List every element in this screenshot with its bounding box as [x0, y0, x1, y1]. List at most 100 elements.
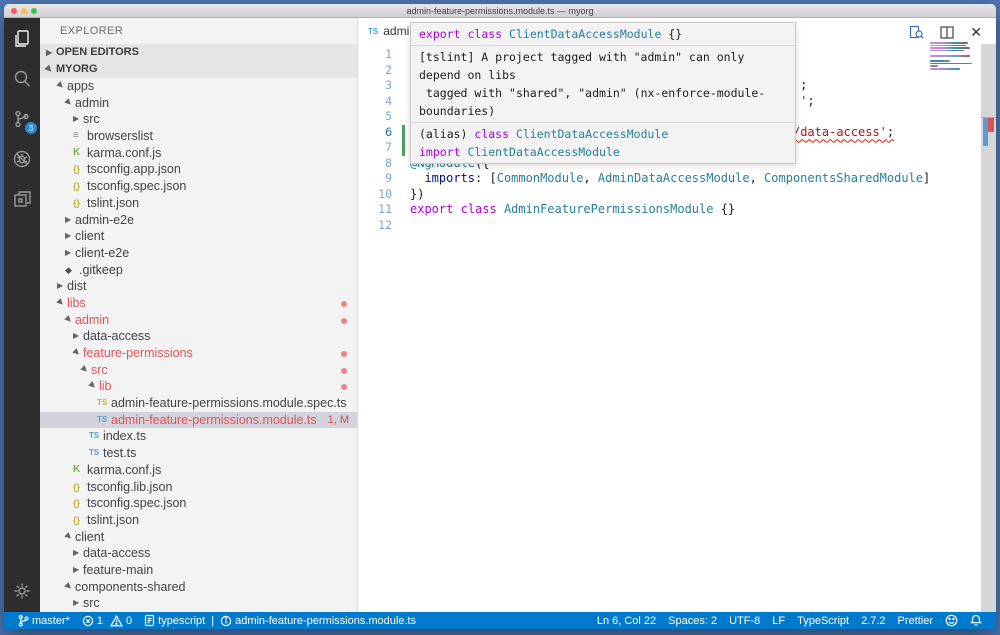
source-control-icon[interactable]: 3 — [11, 108, 33, 130]
indentation-item[interactable]: Spaces: 2 — [662, 615, 723, 627]
json-file-icon: {} — [73, 479, 87, 496]
prettier-item[interactable]: Prettier — [892, 615, 939, 627]
tree-item-client[interactable]: ▶client — [40, 228, 357, 245]
git-branch-item[interactable]: master* — [12, 614, 76, 627]
line-number: 1 — [358, 47, 392, 63]
tree-item-label: admin — [75, 312, 109, 329]
language-mode-item[interactable]: TypeScript — [791, 615, 855, 627]
settings-gear-icon[interactable] — [11, 580, 33, 602]
tree-item-apps[interactable]: ▶apps — [40, 78, 357, 95]
tree-item-tslint.json[interactable]: {}tslint.json — [40, 195, 357, 212]
code-line-10[interactable]: 10}) — [358, 187, 996, 203]
line-content: imports: [CommonModule, AdminDataAccessM… — [392, 171, 930, 187]
tree-item-tsconfig.spec.json[interactable]: {}tsconfig.spec.json — [40, 178, 357, 195]
status-bar: master* 1 0 typescript | admin-feature-p… — [4, 612, 996, 629]
tree-item-index.ts[interactable]: TSindex.ts — [40, 428, 357, 445]
tree-item-components-shared[interactable]: ▶components-shared — [40, 579, 357, 596]
tree-item-test.ts[interactable]: TStest.ts — [40, 445, 357, 462]
close-editor-icon[interactable]: ✕ — [970, 24, 982, 41]
problems-item[interactable]: 1 0 — [76, 615, 138, 627]
branch-icon — [18, 614, 29, 627]
tree-item-label: karma.conf.js — [87, 145, 161, 162]
window-controls[interactable] — [11, 8, 37, 14]
close-window-button[interactable] — [11, 8, 17, 14]
tree-item-feature-main[interactable]: ▶feature-main — [40, 562, 357, 579]
workspace-section[interactable]: ▶ MYORG — [40, 61, 357, 78]
tree-item-src[interactable]: ▶src — [40, 362, 357, 379]
open-editors-section[interactable]: ▶ OPEN EDITORS — [40, 44, 357, 61]
code-line-12[interactable]: 12 — [358, 218, 996, 234]
json-file-icon: {} — [73, 512, 87, 529]
tree-item-admin-e2e[interactable]: ▶admin-e2e — [40, 212, 357, 229]
tree-item-label: src — [83, 111, 100, 128]
tree-item-label: karma.conf.js — [87, 462, 161, 479]
tree-item-dist[interactable]: ▶dist — [40, 278, 357, 295]
code-segment — [453, 202, 460, 216]
code-segment — [509, 127, 516, 141]
tree-item-browserslist[interactable]: ≡browserslist — [40, 128, 357, 145]
minimap[interactable] — [930, 42, 974, 73]
explorer-icon[interactable] — [11, 28, 33, 50]
line-number: 3 — [358, 78, 392, 94]
separator: | — [208, 615, 217, 627]
tree-item-data-access[interactable]: ▶data-access — [40, 328, 357, 345]
error-dot-badge — [341, 384, 347, 390]
zoom-window-button[interactable] — [31, 8, 37, 14]
encoding-item[interactable]: UTF-8 — [723, 615, 766, 627]
ts-version-item[interactable]: 2.7.2 — [855, 615, 891, 627]
minimize-window-button[interactable] — [21, 8, 27, 14]
warning-count: 0 — [126, 615, 132, 627]
tree-item-karma.conf.js[interactable]: Kkarma.conf.js — [40, 462, 357, 479]
code-segment: , — [750, 171, 764, 185]
code-segment — [502, 27, 509, 41]
debug-icon[interactable] — [11, 148, 33, 170]
tree-item-admin-feature-permissions.module.ts[interactable]: TSadmin-feature-permissions.module.ts1, … — [40, 412, 357, 429]
code-line-11[interactable]: 11export class AdminFeaturePermissionsMo… — [358, 202, 996, 218]
cursor-position-item[interactable]: Ln 6, Col 22 — [591, 615, 662, 627]
line-content — [392, 63, 410, 79]
typescript-file-icon: TS — [89, 445, 103, 462]
tree-item-tslint.json[interactable]: {}tslint.json — [40, 512, 357, 529]
split-editor-icon[interactable] — [940, 26, 954, 39]
tree-item-label: data-access — [83, 545, 150, 562]
hover-tooltip: export class ClientDataAccessModule {} [… — [410, 22, 796, 164]
tree-item-tsconfig.lib.json[interactable]: {}tsconfig.lib.json — [40, 479, 357, 496]
tree-item-libs[interactable]: ▶libs — [40, 295, 357, 312]
chevron-right-icon: ▶ — [73, 328, 83, 345]
tree-item-admin[interactable]: ▶admin — [40, 312, 357, 329]
tree-item-client-e2e[interactable]: ▶client-e2e — [40, 245, 357, 262]
problems-modified-badge: 1, M — [328, 412, 349, 429]
tree-item-.gitkeep[interactable]: ◆.gitkeep — [40, 262, 357, 279]
tree-item-label: .gitkeep — [79, 262, 123, 279]
tree-item-tsconfig.app.json[interactable]: {}tsconfig.app.json — [40, 161, 357, 178]
overview-ruler[interactable] — [981, 44, 996, 612]
open-changes-icon[interactable] — [909, 25, 924, 40]
git-modified-gutter-bar — [402, 140, 405, 156]
chevron-right-icon: ▶ — [73, 595, 83, 612]
tree-item-feature-permissions[interactable]: ▶feature-permissions — [40, 345, 357, 362]
search-icon[interactable] — [11, 68, 33, 90]
code-segment — [497, 202, 504, 216]
tree-item-client[interactable]: ▶client — [40, 529, 357, 546]
tree-item-data-access[interactable]: ▶data-access — [40, 545, 357, 562]
error-dot-badge — [341, 301, 347, 307]
tree-item-lib[interactable]: ▶lib — [40, 378, 357, 395]
tree-item-label: tsconfig.lib.json — [87, 479, 172, 496]
tree-item-karma.conf.js[interactable]: Kkarma.conf.js — [40, 145, 357, 162]
tree-item-admin-feature-permissions.module.spec.ts[interactable]: TSadmin-feature-permissions.module.spec.… — [40, 395, 357, 412]
tree-item-src[interactable]: ▶src — [40, 111, 357, 128]
tree-item-admin[interactable]: ▶admin — [40, 95, 357, 112]
tree-item-label: index.ts — [103, 428, 146, 445]
extensions-icon[interactable] — [11, 188, 33, 210]
feedback-smiley-icon[interactable] — [939, 614, 964, 627]
code-line-9[interactable]: 9 imports: [CommonModule, AdminDataAcces… — [358, 171, 996, 187]
line-number: 7 — [358, 140, 392, 156]
tree-item-src[interactable]: ▶src — [40, 595, 357, 612]
tslint-status-item[interactable]: typescript | admin-feature-permissions.m… — [138, 614, 422, 627]
eol-item[interactable]: LF — [766, 615, 791, 627]
tree-item-tsconfig.spec.json[interactable]: {}tsconfig.spec.json — [40, 495, 357, 512]
code-segment: AdminDataAccessModule — [598, 171, 750, 185]
line-content: }) — [392, 187, 424, 203]
notifications-bell-icon[interactable] — [964, 614, 988, 627]
line-number: 9 — [358, 171, 392, 187]
